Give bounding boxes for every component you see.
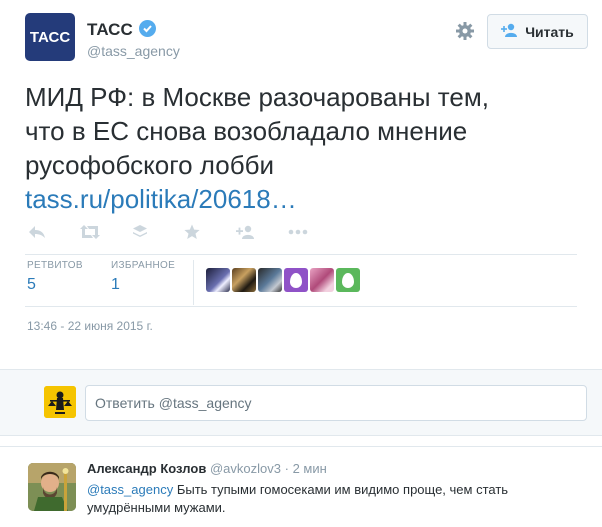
divider <box>25 254 577 255</box>
tass-avatar[interactable]: ТАСС <box>25 13 75 61</box>
tweet-actions <box>28 222 340 244</box>
reply-icon[interactable] <box>28 222 80 242</box>
retweets-stat[interactable]: РЕТВИТОВ 5 <box>27 260 83 294</box>
follow-label: Читать <box>525 23 574 40</box>
retweet-icon[interactable] <box>80 222 132 242</box>
divider <box>25 306 577 307</box>
avatar[interactable] <box>258 268 282 292</box>
egg-icon <box>342 273 354 288</box>
tweet-link[interactable]: tass.ru/politika/20618… <box>25 182 585 216</box>
screen-name[interactable]: @tass_agency <box>87 43 180 59</box>
tweet-text-line: что в ЕС снова возобладало мнение <box>25 116 468 146</box>
avatar[interactable] <box>206 268 230 292</box>
reply-text: @tass_agency Быть тупыми гомосеками им в… <box>87 481 587 517</box>
stack-icon[interactable] <box>132 222 184 242</box>
favorites-count: 1 <box>111 276 120 293</box>
tweet-header: ТАСС ТАСС @tass_agency Читать <box>25 13 595 65</box>
favorites-stat[interactable]: ИЗБРАННОЕ 1 <box>111 260 175 294</box>
avatar-logo-text: ТАСС <box>29 28 71 46</box>
account-name[interactable]: ТАСС <box>87 20 133 40</box>
reply-separator: · <box>284 461 289 476</box>
add-user-icon <box>501 23 519 40</box>
reply-header: Александр Козлов @avkozlov3 · 2 мин <box>87 461 327 476</box>
reply-bar: Ответить @tass_agency <box>0 369 602 436</box>
reply-time[interactable]: 2 мин <box>293 461 327 476</box>
avatar[interactable] <box>232 268 256 292</box>
current-user-avatar[interactable] <box>44 386 76 418</box>
reply-tweet[interactable]: Александр Козлов @avkozlov3 · 2 мин @tas… <box>0 446 602 527</box>
verified-badge-icon <box>139 20 156 37</box>
follow-button[interactable]: Читать <box>487 14 588 49</box>
egg-icon <box>290 273 302 288</box>
favorites-label: ИЗБРАННОЕ <box>111 260 176 271</box>
more-icon[interactable] <box>288 222 340 242</box>
tweet-text-line: русофобского лобби <box>25 150 275 180</box>
follow-icon[interactable] <box>236 222 288 242</box>
reply-author-name[interactable]: Александр Козлов <box>87 461 206 476</box>
reply-mention[interactable]: @tass_agency <box>87 482 173 497</box>
retweets-count: 5 <box>27 276 36 293</box>
retweets-label: РЕТВИТОВ <box>27 260 83 271</box>
tweet-text: МИД РФ: в Москве разочарованы тем, что в… <box>25 80 585 216</box>
avatar[interactable] <box>284 268 308 292</box>
gear-icon[interactable] <box>455 21 475 41</box>
avatar[interactable] <box>310 268 334 292</box>
tweet-timestamp[interactable]: 13:46 - 22 июня 2015 г. <box>27 319 153 333</box>
tweet-text-line: МИД РФ: в Москве разочарованы тем, <box>25 82 489 112</box>
retweeter-avatars <box>206 268 360 292</box>
favorite-star-icon[interactable] <box>184 222 236 242</box>
stats-separator <box>193 260 194 305</box>
avatar[interactable] <box>336 268 360 292</box>
reply-user-avatar[interactable] <box>28 463 76 511</box>
reply-input[interactable]: Ответить @tass_agency <box>85 385 587 421</box>
reply-screen-name[interactable]: @avkozlov3 <box>210 461 281 476</box>
